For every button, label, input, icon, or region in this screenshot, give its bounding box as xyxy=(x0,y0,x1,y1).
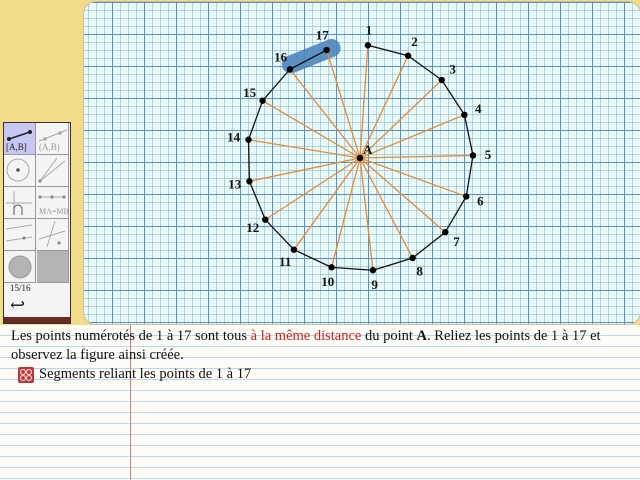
polygon-edge-13-14 xyxy=(247,139,251,182)
radius-segment-16 xyxy=(289,68,361,159)
polygon-edge-4-5 xyxy=(463,114,474,156)
point-label-3: 3 xyxy=(449,62,456,77)
point-8 xyxy=(409,254,416,262)
center-point-label: A xyxy=(363,142,373,157)
instruction-text: Les points numérotés de 1 à 17 sont tous… xyxy=(11,327,637,365)
point-17 xyxy=(323,46,330,54)
polygon-edge-3-4 xyxy=(441,79,465,116)
point-label-14: 14 xyxy=(227,129,241,144)
perpendicular-icon xyxy=(6,191,32,215)
point-label-17: 17 xyxy=(316,28,330,43)
geometry-canvas[interactable]: 1 2 3 4 5 6 7 8 9 10 11 12 13 14 15 16 17 A xyxy=(84,2,640,324)
point-2 xyxy=(404,52,412,59)
knot-icon xyxy=(19,368,33,381)
circle-icon xyxy=(6,158,30,182)
point-9 xyxy=(369,267,377,274)
task-status-icon[interactable] xyxy=(18,366,34,383)
polygon-edge-9-10 xyxy=(331,266,374,271)
polygon-edge-15-16 xyxy=(262,68,291,102)
point-4 xyxy=(461,111,468,119)
polygon-edge-6-7 xyxy=(444,196,467,233)
instruction-highlight: à la même distance xyxy=(250,328,362,344)
undo-icon[interactable]: ↩ xyxy=(10,295,25,316)
instruction-point: A xyxy=(416,328,428,344)
point-15 xyxy=(259,97,266,104)
circle-tool[interactable] xyxy=(4,155,36,187)
point-label-12: 12 xyxy=(246,220,259,235)
point-1 xyxy=(364,42,372,49)
radius-segment-9 xyxy=(359,157,374,271)
point-11 xyxy=(290,246,298,253)
radius-segment-7 xyxy=(359,157,446,233)
point-14 xyxy=(245,136,252,143)
angle-tool[interactable] xyxy=(37,219,69,251)
notebook-panel: Les points numérotés de 1 à 17 sont tous… xyxy=(0,325,640,480)
point-label-13: 13 xyxy=(228,176,242,191)
page-counter: 15/16 xyxy=(10,283,31,293)
point-label-10: 10 xyxy=(321,274,334,289)
point-label-2: 2 xyxy=(411,34,418,49)
polygon-edge-2-3 xyxy=(407,55,443,81)
parallel-icon xyxy=(5,224,33,242)
point-label-5: 5 xyxy=(485,147,492,162)
fill-tool[interactable] xyxy=(4,251,36,283)
polygon-edge-11-12 xyxy=(264,219,295,251)
radius-segment-5 xyxy=(359,154,473,159)
point-3 xyxy=(438,76,445,84)
figure-svg[interactable]: 1234567891011121314151617A xyxy=(84,2,640,324)
point-13 xyxy=(246,178,253,185)
polygon-edge-7-8 xyxy=(412,231,446,259)
ray-icon xyxy=(38,157,66,183)
toolbox-footer xyxy=(4,317,70,323)
color-tool[interactable] xyxy=(37,251,69,283)
point-7 xyxy=(442,229,449,236)
radius-segment-6 xyxy=(359,157,467,198)
polygon-edge-10-11 xyxy=(293,249,332,268)
point-16 xyxy=(286,66,294,73)
ray-tool[interactable] xyxy=(37,155,69,187)
angle-icon xyxy=(38,220,66,248)
point-label-9: 9 xyxy=(371,277,378,292)
polygon-edge-5-6 xyxy=(465,155,474,197)
point-label-4: 4 xyxy=(475,101,482,116)
point-label-16: 16 xyxy=(274,50,288,65)
point-10 xyxy=(328,264,335,271)
parallel-tool[interactable] xyxy=(4,219,36,251)
radius-segment-11 xyxy=(293,157,361,251)
toolbox: [A,B] (A,B) MA=MB 15/16 ↩ xyxy=(3,122,71,324)
segment-tool-label: [A,B] xyxy=(6,142,27,152)
segment-tool[interactable]: [A,B] xyxy=(4,123,36,155)
instruction-part2: du point xyxy=(361,328,417,344)
polygon-edge-8-9 xyxy=(372,257,413,271)
midpoint-tool-label: MA=MB xyxy=(39,207,69,216)
point-label-1: 1 xyxy=(366,22,373,37)
point-6 xyxy=(463,193,470,200)
point-12 xyxy=(262,216,269,223)
point-label-11: 11 xyxy=(279,254,291,269)
polygon-edge-14-15 xyxy=(247,100,264,140)
point-5 xyxy=(469,152,477,159)
radius-segment-13 xyxy=(249,157,361,182)
point-label-7: 7 xyxy=(453,234,460,249)
radius-segment-4 xyxy=(359,114,465,159)
midpoint-icon xyxy=(38,195,66,199)
disc-icon xyxy=(8,255,32,279)
line-tool[interactable]: (A,B) xyxy=(37,123,69,155)
midpoint-tool[interactable]: MA=MB xyxy=(37,187,69,219)
point-label-8: 8 xyxy=(416,263,423,278)
perpendicular-tool[interactable] xyxy=(4,187,36,219)
point-label-15: 15 xyxy=(243,85,257,100)
polygon-edge-1-2 xyxy=(367,44,409,57)
point-label-6: 6 xyxy=(477,194,484,209)
segment-task-item[interactable]: Segments reliant les points de 1 à 17 xyxy=(18,366,251,383)
segment-task-label: Segments reliant les points de 1 à 17 xyxy=(39,366,252,382)
radius-segment-8 xyxy=(359,157,414,259)
polygon-edge-12-13 xyxy=(248,181,266,220)
line-tool-label: (A,B) xyxy=(39,142,60,152)
instruction-part1: Les points numérotés de 1 à 17 sont tous xyxy=(11,328,251,344)
